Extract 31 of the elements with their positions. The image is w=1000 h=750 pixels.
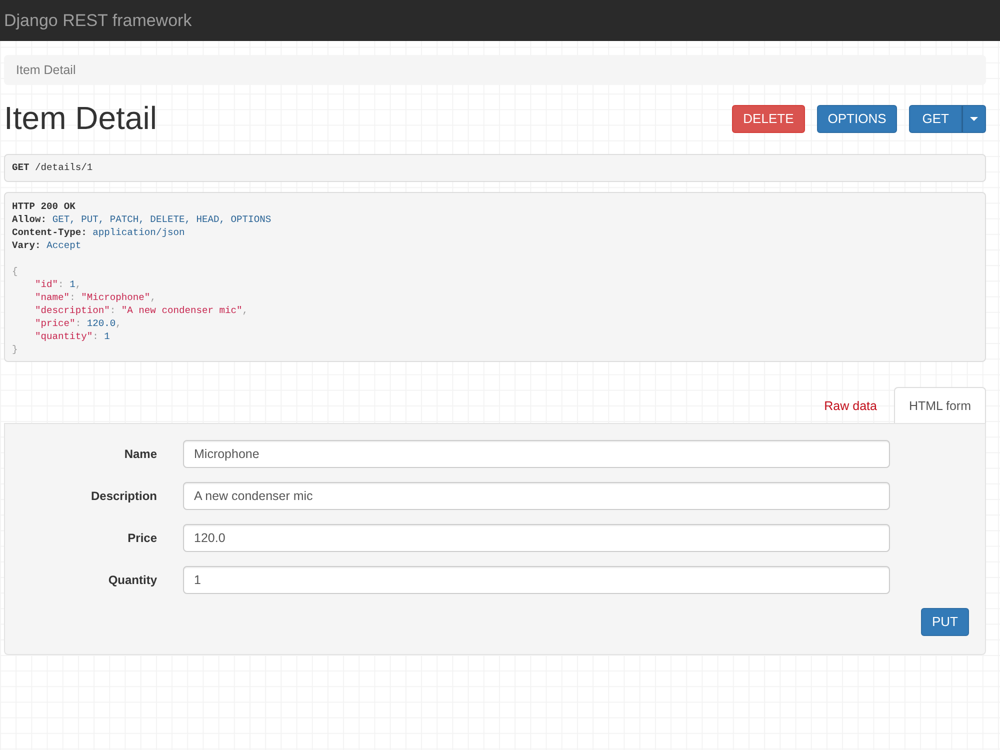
code-line: Vary: Accept [12, 239, 82, 252]
code-line: "quantity": 1 [34, 330, 111, 343]
request-line: GET /details/1 [12, 162, 93, 173]
text-field[interactable]: 120.0 [183, 524, 890, 552]
field-label: Description [90, 488, 157, 505]
caret-icon [970, 117, 978, 121]
page-title: Item Detail [4, 101, 157, 137]
field-label: Name [123, 446, 157, 463]
code-line: "description": "A new condenser mic", [34, 304, 250, 317]
dropdown-toggle-button[interactable] [962, 105, 986, 133]
brand-link[interactable]: Django REST framework [4, 8, 192, 34]
tab[interactable]: HTML form [894, 387, 986, 423]
code-line: "price": 120.0, [34, 317, 122, 330]
code-line: } [12, 343, 19, 356]
code-line: HTTP 200 OK [12, 200, 76, 213]
action-button[interactable]: DELETE [732, 105, 805, 133]
field-label: Quantity [107, 572, 157, 589]
code-line: Content-Type: application/json [12, 226, 186, 239]
text-field[interactable]: A new condenser mic [183, 482, 890, 510]
tab[interactable]: Raw data [809, 387, 892, 423]
field-label: Price [126, 530, 157, 547]
action-button[interactable]: OPTIONS [816, 105, 898, 133]
submit-button[interactable]: PUT [921, 608, 969, 636]
text-field[interactable]: 1 [183, 566, 890, 594]
text-field[interactable]: Microphone [183, 440, 890, 468]
breadcrumb-item: Item Detail [16, 62, 76, 79]
code-line: { [12, 265, 19, 278]
action-button[interactable]: GET [909, 105, 962, 133]
code-line: "name": "Microphone", [34, 291, 157, 304]
code-line: "id": 1, [34, 278, 82, 291]
code-line: Allow: GET, PUT, PATCH, DELETE, HEAD, OPTIONS [12, 213, 272, 226]
